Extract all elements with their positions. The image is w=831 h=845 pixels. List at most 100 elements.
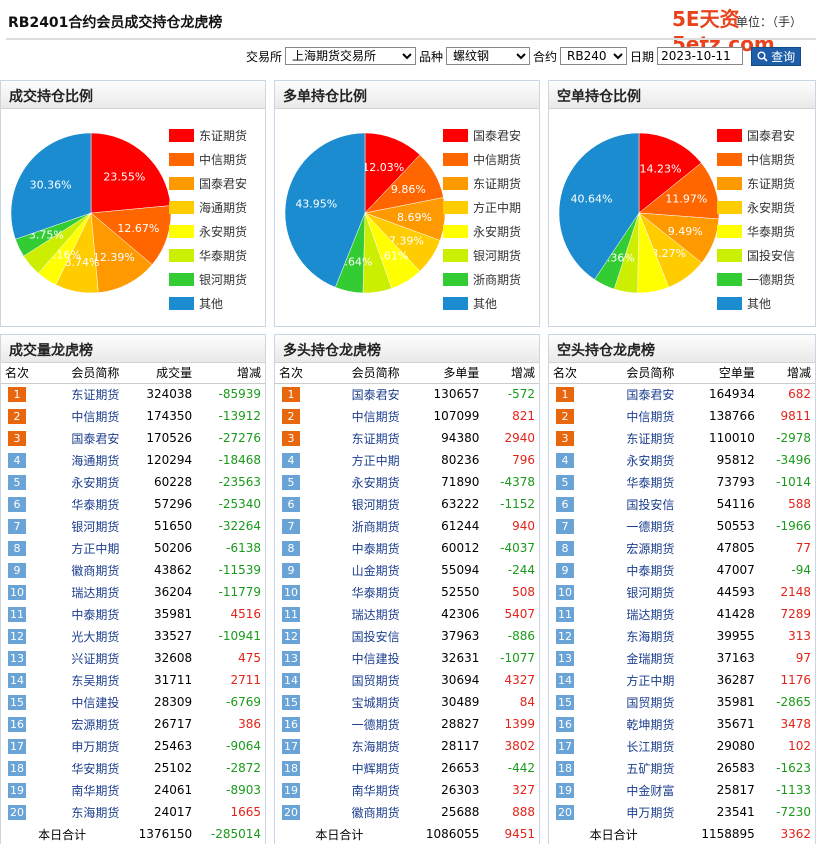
change-value: -9064 [226, 739, 261, 753]
rank-badge: 7 [8, 518, 26, 534]
total-change: 3362 [780, 827, 811, 841]
table-row: 3 东证期货 94380 2940 [275, 427, 539, 449]
pie-chart-short: 14.23%11.97%9.49%8.27%4.36%40.64% [559, 133, 719, 293]
legend-label: 其他 [747, 296, 772, 311]
pie-panel-long: 多单持仓比例 12.03% 9.86% 8.69% 7.39% 6.61% 5.64% 43… [274, 80, 540, 327]
volume-value: 138766 [709, 409, 755, 423]
rank-badge: 1 [282, 386, 300, 402]
change-value: 97 [795, 651, 811, 665]
volume-value: 73793 [716, 475, 755, 489]
volume-value: 35981 [716, 695, 755, 709]
variety-select[interactable]: 螺纹钢 [446, 47, 531, 65]
legend-label: 一德期货 [747, 272, 796, 287]
volume-value: 41428 [716, 607, 755, 621]
change-value: -4037 [500, 541, 535, 555]
member-name: 申万期货 [626, 805, 675, 820]
member-name: 宏源期货 [626, 541, 675, 556]
rank-badge: 14 [8, 672, 26, 688]
legend-swatch [443, 152, 468, 166]
change-value: 940 [512, 519, 535, 533]
member-name: 兴证期货 [71, 651, 120, 666]
change-value: -442 [507, 761, 535, 775]
change-value: -11779 [218, 585, 261, 599]
total-change: 9451 [504, 827, 535, 841]
table-row: 17 申万期货 25463 -9064 [1, 735, 265, 757]
legend-swatch [443, 248, 468, 262]
total-row: 本日合计 1158895 3362 [549, 823, 815, 845]
table-row: 14 东吴期货 31711 2711 [1, 669, 265, 691]
table-row: 5 永安期货 60228 -23563 [1, 471, 265, 493]
volume-value: 324038 [146, 387, 193, 402]
query-button[interactable]: 查询 [751, 46, 802, 66]
volume-value: 35981 [153, 607, 193, 621]
member-name: 银河期货 [71, 519, 120, 534]
change-value: -4378 [500, 475, 535, 489]
rank-badge: 11 [8, 606, 26, 622]
legend-item: 其他 [169, 291, 247, 315]
change-value: 475 [238, 651, 261, 665]
legend-item: 东证期货 [717, 171, 795, 195]
table-row: 7 一德期货 50553 -1966 [549, 515, 815, 537]
change-value: 4327 [504, 673, 535, 687]
table-row: 15 国贸期货 35981 -2865 [549, 691, 815, 713]
volume-value: 31711 [153, 673, 193, 687]
volume-value: 28117 [441, 739, 480, 753]
table-row: 7 浙商期货 61244 940 [275, 515, 539, 537]
member-name: 东海期货 [626, 629, 675, 644]
search-icon [757, 51, 768, 62]
volume-value: 50553 [716, 519, 755, 533]
rank-badge: 15 [8, 694, 26, 710]
total-volume: 1158895 [701, 827, 755, 841]
contract-select[interactable]: RB2401 [560, 47, 628, 65]
legend-item: 浙商期货 [443, 267, 521, 291]
volume-value: 63222 [441, 497, 480, 511]
date-input[interactable] [657, 47, 744, 65]
volume-value: 32608 [153, 651, 193, 665]
change-value: -8903 [226, 783, 261, 797]
member-name: 五矿期货 [626, 761, 675, 776]
legend-item: 国泰君安 [443, 123, 521, 147]
volume-value: 94380 [441, 431, 480, 445]
legend-label: 国泰君安 [747, 128, 796, 143]
table-row: 11 中泰期货 35981 4516 [1, 603, 265, 625]
long-ranking-table: 名次 会员简称 多单量 增减 1 国泰君安 130657 -572 2 中信期货 107099 821… [275, 363, 539, 845]
rank-badge: 8 [282, 540, 300, 556]
rank-badge: 13 [8, 650, 26, 666]
rank-badge: 7 [282, 518, 300, 534]
volume-value: 130657 [433, 387, 480, 402]
member-name: 中金财富 [626, 783, 675, 798]
pie-value-label: 30.36% [30, 178, 72, 191]
member-name: 中信期货 [71, 409, 120, 424]
volume-value: 47007 [716, 563, 755, 577]
legend-item: 华泰期货 [717, 219, 795, 243]
legend-item: 东证期货 [169, 123, 247, 147]
member-name: 中信建投 [351, 651, 400, 666]
volume-value: 43862 [153, 563, 193, 577]
change-value: 84 [519, 695, 535, 709]
rank-badge: 17 [8, 738, 26, 754]
exchange-select[interactable]: 上海期货交易所 [285, 47, 417, 65]
table-row: 4 方正中期 80236 796 [275, 449, 539, 471]
legend-label: 中信期货 [199, 152, 248, 167]
member-name: 东海期货 [71, 805, 120, 820]
member-name: 方正中期 [351, 453, 400, 468]
legend-item: 永安期货 [169, 219, 247, 243]
filter-bar: 交易所 上海期货交易所 品种 螺纹钢 合约 RB2401 日期 查询 [246, 46, 802, 66]
member-name: 永安期货 [626, 453, 675, 468]
date-label: 日期 [630, 49, 655, 64]
rank-badge: 18 [556, 760, 574, 776]
change-value: 313 [788, 629, 811, 643]
change-value: 5407 [504, 607, 535, 621]
member-name: 瑞达期货 [71, 585, 120, 600]
short-ranking-table: 名次 会员简称 空单量 增减 1 国泰君安 164934 682 2 中信期货 138766 9811… [549, 363, 815, 845]
legend-swatch [169, 224, 194, 238]
member-name: 国贸期货 [626, 695, 675, 710]
change-value: -572 [507, 387, 535, 402]
volume-value: 33527 [153, 629, 193, 643]
member-name: 一德期货 [626, 519, 675, 534]
legend-label: 中信期货 [747, 152, 796, 167]
table-panel-long: 多头持仓龙虎榜 名次 会员简称 多单量 增减 1 国泰君安 130657 -572 2 中信期货 1… [274, 334, 540, 844]
volume-value: 30694 [441, 673, 480, 687]
rank-badge: 6 [282, 496, 300, 512]
total-label: 本日合计 [38, 827, 87, 842]
